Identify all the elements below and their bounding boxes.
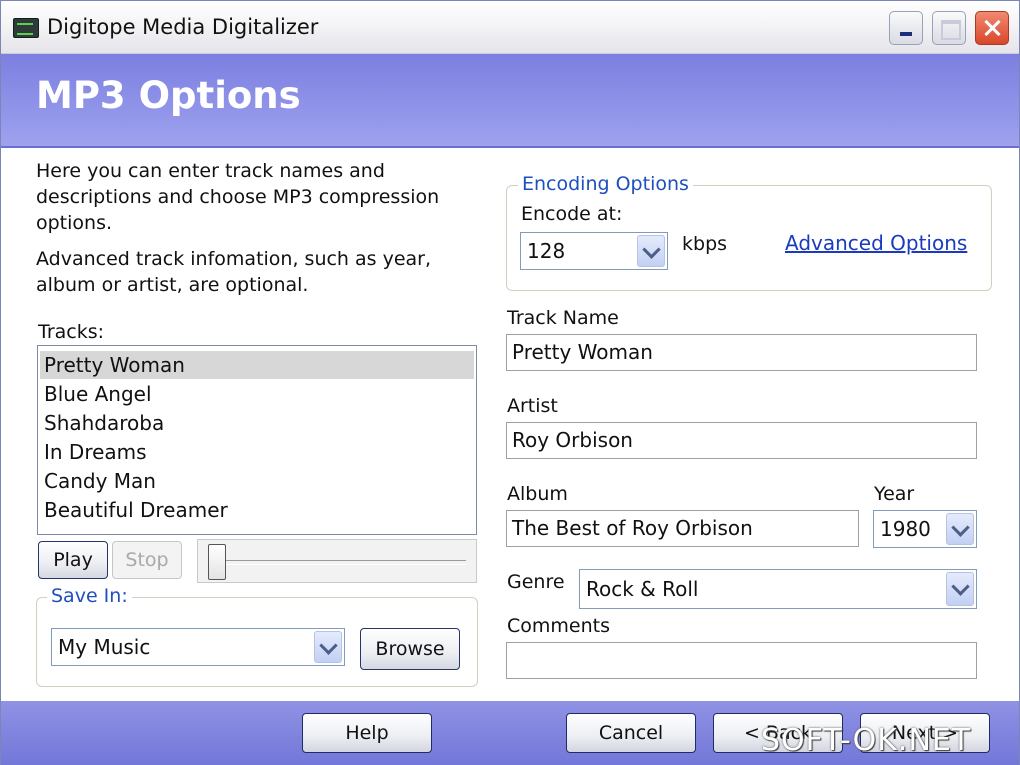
minimize-button[interactable] xyxy=(889,11,923,45)
watermark-text: SOFT-OK.NET xyxy=(761,723,972,758)
intro-text-line-3: options. xyxy=(36,212,113,234)
album-field[interactable]: The Best of Roy Orbison xyxy=(506,510,859,547)
bitrate-value: 128 xyxy=(527,239,566,263)
kbps-label: kbps xyxy=(682,233,728,255)
save-in-legend: Save In: xyxy=(47,585,132,607)
artist-field[interactable]: Roy Orbison xyxy=(506,422,977,459)
intro-text-line-5: album or artist, are optional. xyxy=(36,274,309,296)
genre-dropdown[interactable]: Rock & Roll xyxy=(579,569,977,609)
chevron-down-icon[interactable] xyxy=(314,631,342,663)
track-item[interactable]: Pretty Woman xyxy=(40,351,474,379)
intro-text-line-1: Here you can enter track names and xyxy=(36,160,385,182)
save-in-dropdown[interactable]: My Music xyxy=(51,628,345,666)
playback-position-slider[interactable] xyxy=(197,539,477,583)
genre-value: Rock & Roll xyxy=(586,577,699,601)
app-window: Digitope Media Digitalizer MP3 Options H… xyxy=(0,0,1020,765)
play-button[interactable]: Play xyxy=(38,541,108,579)
album-label: Album xyxy=(507,483,568,505)
cancel-button[interactable]: Cancel xyxy=(566,713,696,753)
page-title: MP3 Options xyxy=(36,74,301,117)
maximize-button[interactable] xyxy=(932,11,966,45)
intro-text-line-2: descriptions and choose MP3 compression xyxy=(36,186,440,208)
track-item[interactable]: Shahdaroba xyxy=(40,409,474,437)
comments-field[interactable] xyxy=(506,642,977,679)
chevron-down-icon[interactable] xyxy=(946,513,974,545)
encode-at-label: Encode at: xyxy=(521,203,623,225)
slider-thumb[interactable] xyxy=(208,544,226,580)
tracks-listbox[interactable]: Pretty Woman Blue Angel Shahdaroba In Dr… xyxy=(37,345,477,535)
stop-button[interactable]: Stop xyxy=(112,541,182,579)
track-item[interactable]: Candy Man xyxy=(40,467,474,495)
encoding-options-legend: Encoding Options xyxy=(518,173,693,195)
track-name-field[interactable]: Pretty Woman xyxy=(506,334,977,371)
advanced-options-link[interactable]: Advanced Options xyxy=(785,231,967,255)
tracks-label: Tracks: xyxy=(38,321,105,343)
year-dropdown[interactable]: 1980 xyxy=(873,510,977,548)
artist-label: Artist xyxy=(507,395,558,417)
bitrate-dropdown[interactable]: 128 xyxy=(520,232,668,270)
app-icon xyxy=(13,18,39,38)
genre-label: Genre xyxy=(507,571,565,593)
slider-track xyxy=(208,560,466,565)
intro-text-line-4: Advanced track infomation, such as year, xyxy=(36,248,432,270)
comments-label: Comments xyxy=(507,615,610,637)
save-in-value: My Music xyxy=(58,635,151,659)
chevron-down-icon[interactable] xyxy=(946,572,974,606)
track-name-label: Track Name xyxy=(507,307,619,329)
help-button[interactable]: Help xyxy=(302,713,432,753)
close-button[interactable] xyxy=(975,11,1009,45)
title-bar: Digitope Media Digitalizer xyxy=(1,1,1019,54)
track-item[interactable]: Blue Angel xyxy=(40,380,474,408)
track-item[interactable]: Beautiful Dreamer xyxy=(40,496,474,524)
chevron-down-icon[interactable] xyxy=(637,235,665,267)
wizard-header: MP3 Options xyxy=(1,54,1019,148)
year-value: 1980 xyxy=(880,517,931,541)
year-label: Year xyxy=(874,483,915,505)
window-title: Digitope Media Digitalizer xyxy=(47,15,319,39)
browse-button[interactable]: Browse xyxy=(360,628,460,670)
track-item[interactable]: In Dreams xyxy=(40,438,474,466)
